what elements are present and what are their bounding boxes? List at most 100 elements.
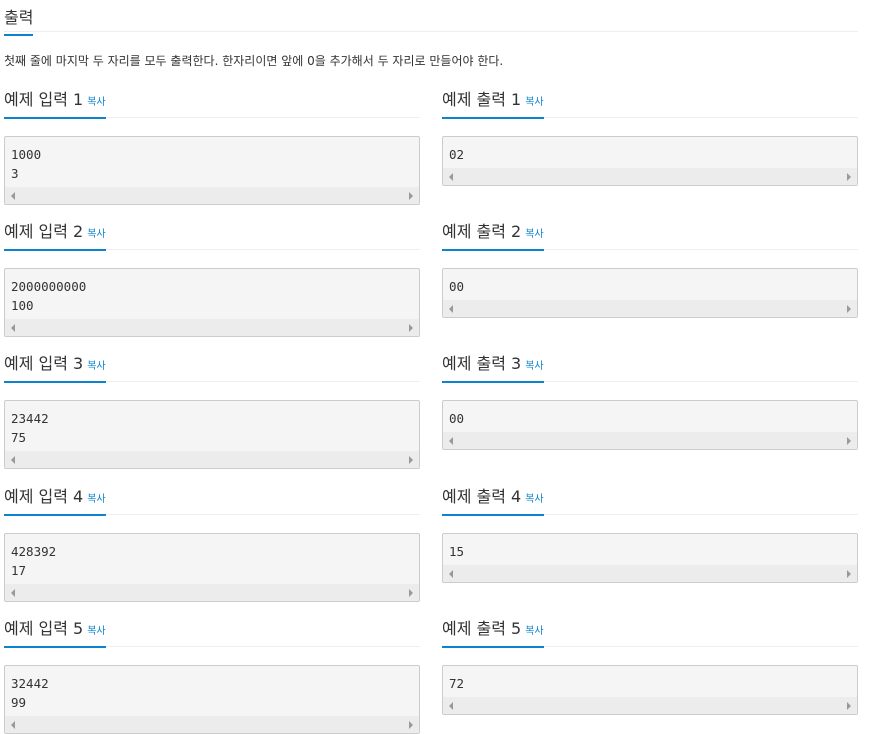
example-output-header: 예제 출력 1 복사 bbox=[442, 86, 858, 119]
sample-input-box[interactable]: 1000 3 bbox=[4, 136, 420, 205]
scroll-right-arrow-icon[interactable] bbox=[409, 192, 413, 200]
example-title-text: 예제 출력 4 bbox=[442, 487, 522, 506]
example-output-2: 예제 출력 2 복사 00 bbox=[442, 218, 858, 318]
example-input-2: 예제 입력 2 복사 2000000000 100 bbox=[4, 218, 420, 337]
example-output-1: 예제 출력 1 복사 02 bbox=[442, 86, 858, 186]
scroll-right-arrow-icon[interactable] bbox=[409, 456, 413, 464]
copy-button[interactable]: 복사 bbox=[87, 494, 105, 505]
example-output-title: 예제 출력 2 복사 bbox=[442, 218, 544, 251]
scroll-left-arrow-icon[interactable] bbox=[449, 173, 453, 181]
sample-line: 99 bbox=[11, 695, 27, 710]
sample-line: 32442 bbox=[11, 676, 49, 691]
sample-line: 100 bbox=[11, 298, 34, 313]
scroll-right-arrow-icon[interactable] bbox=[847, 570, 851, 578]
example-input-title: 예제 입력 3 복사 bbox=[4, 350, 106, 383]
horizontal-scrollbar[interactable] bbox=[5, 319, 419, 336]
example-input-title: 예제 입력 4 복사 bbox=[4, 483, 106, 516]
copy-button[interactable]: 복사 bbox=[87, 626, 105, 637]
copy-button[interactable]: 복사 bbox=[525, 626, 543, 637]
sample-output-text: 00 bbox=[443, 401, 857, 432]
scroll-left-arrow-icon[interactable] bbox=[11, 456, 15, 464]
copy-button[interactable]: 복사 bbox=[87, 361, 105, 372]
sample-input-text: 23442 75 bbox=[5, 401, 419, 451]
sample-line: 02 bbox=[449, 147, 465, 162]
copy-button[interactable]: 복사 bbox=[525, 494, 543, 505]
example-output-header: 예제 출력 2 복사 bbox=[442, 218, 858, 251]
sample-input-text: 32442 99 bbox=[5, 666, 419, 716]
example-title-text: 예제 입력 5 bbox=[4, 619, 84, 638]
example-title-text: 예제 입력 3 bbox=[4, 354, 84, 373]
scroll-left-arrow-icon[interactable] bbox=[11, 192, 15, 200]
sample-input-box[interactable]: 23442 75 bbox=[4, 400, 420, 469]
sample-input-text: 2000000000 100 bbox=[5, 269, 419, 319]
scroll-right-arrow-icon[interactable] bbox=[847, 702, 851, 710]
example-input-title: 예제 입력 5 복사 bbox=[4, 615, 106, 648]
horizontal-scrollbar[interactable] bbox=[443, 565, 857, 582]
sample-line: 72 bbox=[449, 676, 465, 691]
example-output-header: 예제 출력 4 복사 bbox=[442, 483, 858, 516]
copy-button[interactable]: 복사 bbox=[525, 229, 543, 240]
sample-input-box[interactable]: 428392 17 bbox=[4, 533, 420, 602]
example-input-title: 예제 입력 2 복사 bbox=[4, 218, 106, 251]
horizontal-scrollbar[interactable] bbox=[5, 716, 419, 733]
horizontal-scrollbar[interactable] bbox=[443, 168, 857, 185]
scroll-left-arrow-icon[interactable] bbox=[449, 437, 453, 445]
scroll-right-arrow-icon[interactable] bbox=[409, 324, 413, 332]
sample-line: 00 bbox=[449, 279, 465, 294]
copy-button[interactable]: 복사 bbox=[525, 97, 543, 108]
horizontal-scrollbar[interactable] bbox=[443, 300, 857, 317]
example-title-text: 예제 입력 1 bbox=[4, 90, 84, 109]
horizontal-scrollbar[interactable] bbox=[5, 451, 419, 468]
scroll-left-arrow-icon[interactable] bbox=[11, 589, 15, 597]
example-title-text: 예제 출력 3 bbox=[442, 354, 522, 373]
example-output-title: 예제 출력 4 복사 bbox=[442, 483, 544, 516]
example-input-1: 예제 입력 1 복사 1000 3 bbox=[4, 86, 420, 205]
sample-line: 2000000000 bbox=[11, 279, 87, 294]
scroll-right-arrow-icon[interactable] bbox=[409, 721, 413, 729]
example-output-header: 예제 출력 5 복사 bbox=[442, 615, 858, 648]
horizontal-scrollbar[interactable] bbox=[5, 187, 419, 204]
sample-input-box[interactable]: 2000000000 100 bbox=[4, 268, 420, 337]
sample-output-box[interactable]: 02 bbox=[442, 136, 858, 186]
scroll-right-arrow-icon[interactable] bbox=[847, 437, 851, 445]
example-input-header: 예제 입력 3 복사 bbox=[4, 350, 420, 383]
example-input-header: 예제 입력 1 복사 bbox=[4, 86, 420, 119]
sample-input-text: 1000 3 bbox=[5, 137, 419, 187]
horizontal-scrollbar[interactable] bbox=[443, 432, 857, 449]
sample-output-text: 72 bbox=[443, 666, 857, 697]
example-title-text: 예제 입력 2 bbox=[4, 222, 84, 241]
sample-output-box[interactable]: 00 bbox=[442, 400, 858, 450]
sample-input-text: 428392 17 bbox=[5, 534, 419, 584]
copy-button[interactable]: 복사 bbox=[87, 97, 105, 108]
example-input-header: 예제 입력 4 복사 bbox=[4, 483, 420, 516]
section-title: 출력 bbox=[4, 4, 34, 36]
sample-line: 23442 bbox=[11, 411, 49, 426]
sample-line: 1000 bbox=[11, 147, 42, 162]
example-input-header: 예제 입력 5 복사 bbox=[4, 615, 420, 648]
scroll-right-arrow-icon[interactable] bbox=[847, 305, 851, 313]
scroll-left-arrow-icon[interactable] bbox=[449, 305, 453, 313]
scroll-left-arrow-icon[interactable] bbox=[449, 702, 453, 710]
example-input-4: 예제 입력 4 복사 428392 17 bbox=[4, 483, 420, 602]
sample-input-box[interactable]: 32442 99 bbox=[4, 665, 420, 734]
scroll-right-arrow-icon[interactable] bbox=[847, 173, 851, 181]
scroll-left-arrow-icon[interactable] bbox=[449, 570, 453, 578]
output-section-header: 출력 bbox=[4, 0, 858, 36]
sample-output-box[interactable]: 72 bbox=[442, 665, 858, 715]
sample-line: 15 bbox=[449, 544, 465, 559]
scroll-right-arrow-icon[interactable] bbox=[409, 589, 413, 597]
example-input-3: 예제 입력 3 복사 23442 75 bbox=[4, 350, 420, 469]
sample-line: 3 bbox=[11, 166, 19, 181]
horizontal-scrollbar[interactable] bbox=[443, 697, 857, 714]
copy-button[interactable]: 복사 bbox=[525, 361, 543, 372]
output-description: 첫째 줄에 마지막 두 자리를 모두 출력한다. 한자리이면 앞에 0을 추가해… bbox=[4, 54, 504, 68]
scroll-left-arrow-icon[interactable] bbox=[11, 721, 15, 729]
sample-output-box[interactable]: 15 bbox=[442, 533, 858, 583]
scroll-left-arrow-icon[interactable] bbox=[11, 324, 15, 332]
copy-button[interactable]: 복사 bbox=[87, 229, 105, 240]
example-output-header: 예제 출력 3 복사 bbox=[442, 350, 858, 383]
horizontal-scrollbar[interactable] bbox=[5, 584, 419, 601]
sample-line: 75 bbox=[11, 430, 27, 445]
sample-output-box[interactable]: 00 bbox=[442, 268, 858, 318]
example-input-5: 예제 입력 5 복사 32442 99 bbox=[4, 615, 420, 734]
